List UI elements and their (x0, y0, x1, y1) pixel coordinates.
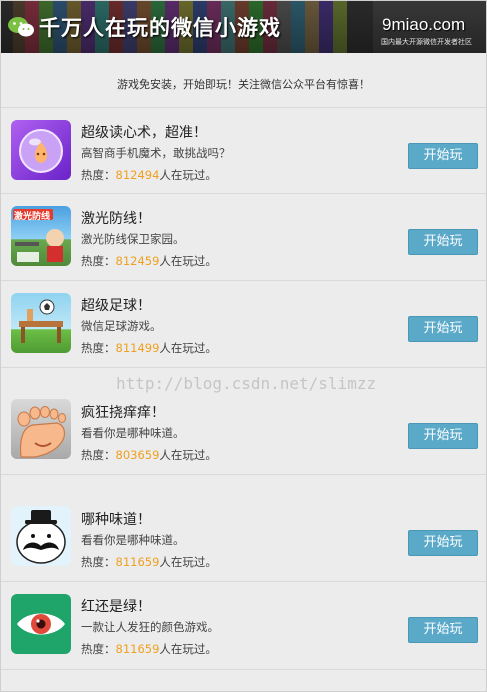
heat-count: 811499 (115, 341, 160, 355)
header-banner: 千万人在玩的微信小游戏 9miao.com 国内最大开源微信开发者社区 (1, 1, 486, 53)
game-description: 微信足球游戏。 (81, 319, 162, 333)
site-name[interactable]: 9miao.com (382, 15, 465, 35)
heat-suffix: 人在玩过。 (159, 168, 217, 182)
heat-suffix: 人在玩过。 (159, 642, 217, 656)
play-button[interactable]: 开始玩 (408, 423, 478, 449)
game-heat: 热度：811499人在玩过。 (81, 340, 217, 356)
game-heat: 热度：812494人在玩过。 (81, 167, 217, 183)
game-name: 超级足球！ (81, 298, 151, 314)
list-item[interactable]: 超级读心术，超准！ 高智商手机魔术，敢挑战吗？ 热度：812494人在玩过。 开… (1, 107, 486, 194)
game-description: 看看你是哪种味道。 (81, 533, 185, 547)
game-name: 红还是绿！ (81, 599, 151, 615)
play-button[interactable]: 开始玩 (408, 530, 478, 556)
foot-icon[interactable] (11, 399, 71, 459)
play-button[interactable]: 开始玩 (408, 143, 478, 169)
play-button[interactable]: 开始玩 (408, 316, 478, 342)
soccer-ball-icon[interactable] (11, 293, 71, 353)
heat-label: 热度： (81, 555, 116, 569)
heat-count: 812459 (115, 254, 160, 268)
heat-count: 811659 (115, 555, 160, 569)
game-description: 高智商手机魔术，敢挑战吗？ (81, 146, 231, 160)
list-item[interactable]: 红还是绿！ 一款让人发狂的颜色游戏。 热度：811659人在玩过。 开始玩 (1, 581, 486, 670)
heat-count: 803659 (115, 448, 160, 462)
wechat-logo-icon (8, 17, 34, 37)
game-name: 超级读心术，超准！ (81, 125, 207, 141)
game-heat: 热度：811659人在玩过。 (81, 641, 217, 657)
game-name: 哪种味道！ (81, 512, 151, 528)
heat-label: 热度： (81, 254, 116, 268)
list-item[interactable]: 哪种味道！ 看看你是哪种味道。 热度：811659人在玩过。 开始玩 (1, 474, 486, 582)
play-button[interactable]: 开始玩 (408, 229, 478, 255)
heat-suffix: 人在玩过。 (159, 555, 217, 569)
notice-text: 游戏免安装，开始即玩！关注微信公众平台有惊喜！ (117, 78, 370, 91)
crystal-ball-icon[interactable] (11, 120, 71, 180)
game-description: 一款让人发狂的颜色游戏。 (81, 620, 219, 634)
game-name: 疯狂挠痒痒！ (81, 405, 165, 421)
banner-title: 千万人在玩的微信小游戏 (39, 16, 281, 40)
watermark: http://blog.csdn.net/slimzz (116, 374, 377, 393)
heat-label: 热度： (81, 168, 116, 182)
list-item[interactable]: 超级足球！ 微信足球游戏。 热度：811499人在玩过。 开始玩 (1, 280, 486, 368)
eye-icon[interactable] (11, 594, 71, 654)
heat-count: 812494 (115, 168, 160, 182)
heat-count: 811659 (115, 642, 160, 656)
icon-caption: 激光防线 (14, 212, 51, 222)
game-heat: 热度：803659人在玩过。 (81, 447, 217, 463)
site-slogan: 国内最大开源微信开发者社区 (381, 38, 472, 46)
game-heat: 热度：811659人在玩过。 (81, 554, 217, 570)
heat-suffix: 人在玩过。 (159, 448, 217, 462)
game-description: 激光防线保卫家园。 (81, 232, 185, 246)
list-item[interactable]: 激光防线 激光防线！ 激光防线保卫家园。 热度：812459人在玩过。 开始玩 (1, 193, 486, 281)
game-heat: 热度：812459人在玩过。 (81, 253, 217, 269)
mustache-face-icon[interactable] (11, 506, 71, 566)
laser-defense-icon[interactable]: 激光防线 (11, 206, 71, 266)
heat-suffix: 人在玩过。 (159, 341, 217, 355)
play-button[interactable]: 开始玩 (408, 617, 478, 643)
heat-label: 热度： (81, 642, 116, 656)
game-name: 激光防线！ (81, 211, 151, 227)
game-description: 看看你是哪种味道。 (81, 426, 185, 440)
heat-label: 热度： (81, 448, 116, 462)
heat-suffix: 人在玩过。 (159, 254, 217, 268)
heat-label: 热度： (81, 341, 116, 355)
